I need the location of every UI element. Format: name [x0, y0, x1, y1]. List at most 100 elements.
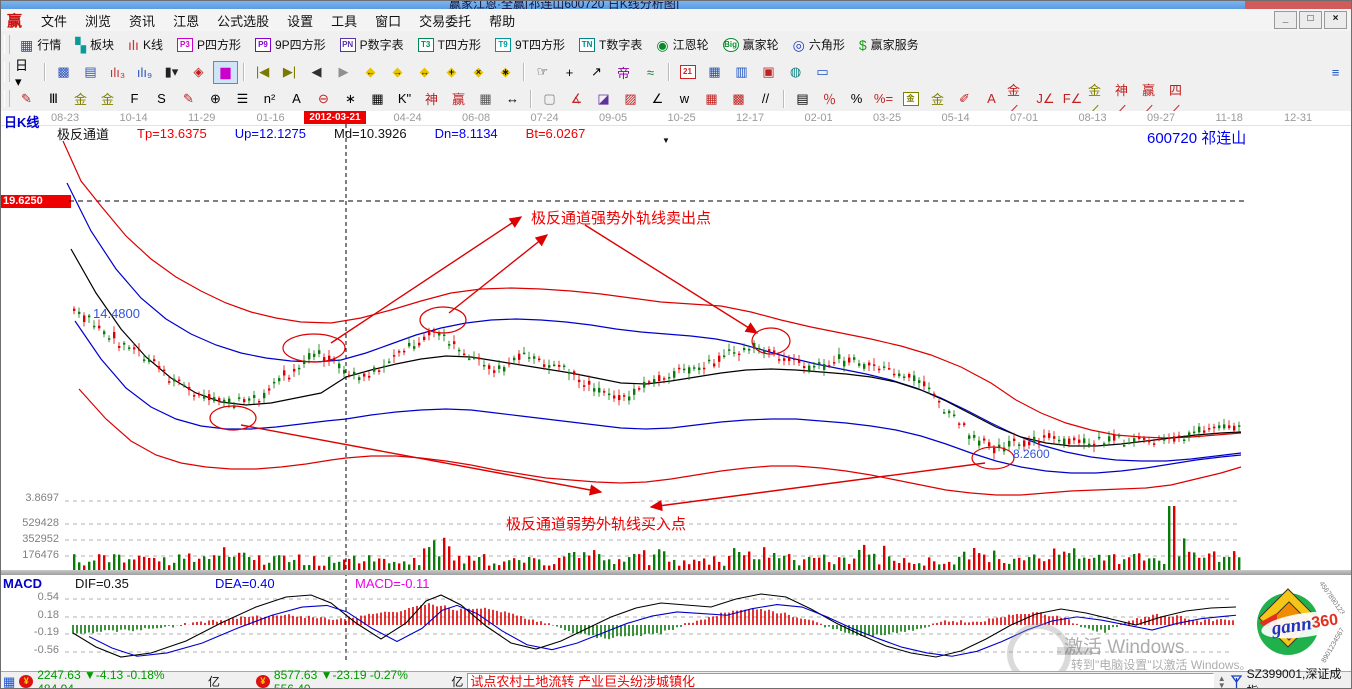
menu-item-4[interactable]: 公式选股 — [208, 9, 278, 32]
gold2-angle-icon[interactable]: 金∠ — [1087, 87, 1112, 110]
t-table-button[interactable]: TNT数字表 — [572, 33, 649, 56]
candle-style-dropdown[interactable]: ▮▾ — [159, 61, 184, 84]
percent-icon[interactable]: % — [844, 87, 869, 110]
grid-box-icon[interactable]: ▦ — [365, 87, 390, 110]
calculator-icon[interactable]: ▦ — [702, 61, 727, 84]
quotes-button[interactable]: ▦行情 — [13, 33, 68, 56]
t-square-button[interactable]: T3T四方形 — [411, 33, 488, 56]
flag-pen-icon[interactable]: ✐ — [952, 87, 977, 110]
last-bar-icon[interactable]: ▶| — [277, 61, 302, 84]
diamond-hmove-icon[interactable]: ◆↔ — [412, 61, 437, 84]
winner-service-button[interactable]: $赢家服务 — [852, 33, 926, 56]
angle-lines-icon[interactable]: ∠ — [645, 87, 670, 110]
hexagon-button[interactable]: ◎六角形 — [786, 33, 852, 56]
period-day-dropdown[interactable]: 日 ▾ — [14, 61, 39, 84]
shanghai-index-quote[interactable]: 2247.63 ▼-4.13 -0.18% 484.94 — [37, 668, 204, 689]
close-button[interactable]: × — [1324, 11, 1347, 29]
bars3-icon[interactable]: ılı₃ — [105, 61, 130, 84]
current-index-label[interactable]: SZ399001,深证成指 — [1247, 665, 1352, 689]
polyline-icon[interactable]: ↗ — [584, 61, 609, 84]
gann-circle-icon[interactable]: ⊕ — [203, 87, 228, 110]
shen-angle-icon[interactable]: 神∠ — [1114, 87, 1139, 110]
menu-item-1[interactable]: 浏览 — [76, 9, 120, 32]
f-angle-icon[interactable]: F∠ — [1060, 87, 1085, 110]
square-n2-icon[interactable]: n² — [257, 87, 282, 110]
diamond-full-icon[interactable]: ◆∗ — [493, 61, 518, 84]
shen-grid-icon[interactable]: 神 — [419, 87, 444, 110]
computer-icon[interactable]: ▭ — [810, 61, 835, 84]
kmark-icon[interactable]: K" — [392, 87, 417, 110]
percent-line-icon[interactable]: ％ — [817, 87, 842, 110]
wave-icon[interactable]: ≈ — [638, 61, 663, 84]
gold-angle-icon[interactable]: 金∠ — [1006, 87, 1031, 110]
gann-fan-icon[interactable]: ∡ — [564, 87, 589, 110]
p-table-button[interactable]: PNP数字表 — [333, 33, 411, 56]
red-stamp-icon[interactable]: ◈ — [186, 61, 211, 84]
news-ticker[interactable]: 试点农村土地流转 产业巨头纷涉城镇化 — [467, 673, 1213, 689]
report-icon[interactable]: ▤ — [78, 61, 103, 84]
diamond-expand-icon[interactable]: ◆+ — [439, 61, 464, 84]
percent-levels-icon[interactable]: %= — [871, 87, 896, 110]
j-angle-icon[interactable]: J∠ — [1033, 87, 1058, 110]
spinner-control[interactable]: ▲▼ — [1218, 675, 1226, 689]
titlebar-close-button[interactable] — [1245, 1, 1352, 9]
wave-a-icon[interactable]: A — [979, 87, 1004, 110]
time-lines-icon[interactable]: ☰ — [230, 87, 255, 110]
menu-item-8[interactable]: 交易委托 — [410, 9, 480, 32]
cycle-circle-icon[interactable]: ⊖ — [311, 87, 336, 110]
red-grid-icon[interactable]: ▦ — [699, 87, 724, 110]
p9-square-button[interactable]: P99P四方形 — [248, 33, 333, 56]
menu-item-7[interactable]: 窗口 — [366, 9, 410, 32]
menu-item-9[interactable]: 帮助 — [480, 9, 524, 32]
web-icon[interactable]: ∗ — [338, 87, 363, 110]
winner-wheel-button[interactable]: Big赢家轮 — [716, 33, 786, 56]
spiral-icon[interactable]: S — [149, 87, 174, 110]
network-icon[interactable]: ◍ — [783, 61, 808, 84]
golden-section-icon[interactable]: 金 — [68, 87, 93, 110]
dense-grid-icon[interactable]: ▦ — [473, 87, 498, 110]
minimize-button[interactable]: _ — [1274, 11, 1297, 29]
calendar-icon[interactable]: 21 — [675, 61, 700, 84]
crosshair-icon[interactable]: + — [557, 61, 582, 84]
menu-item-5[interactable]: 设置 — [278, 9, 322, 32]
parallel-icon[interactable]: // — [753, 87, 778, 110]
boxed-lines-icon[interactable]: ▨ — [618, 87, 643, 110]
ying-angle-icon[interactable]: 赢∠ — [1141, 87, 1166, 110]
t9-square-button[interactable]: T99T四方形 — [488, 33, 572, 56]
shenzhen-index-quote[interactable]: 8577.63 ▼-23.19 -0.27% 556.40 — [274, 668, 447, 689]
sectors-button[interactable]: ▚板块 — [68, 33, 121, 56]
pattern-icon[interactable]: ▩ — [51, 61, 76, 84]
restore-button[interactable]: □ — [1299, 11, 1322, 29]
macd-title[interactable]: MACD — [3, 576, 75, 591]
hexpand-icon[interactable]: ↔ — [500, 87, 525, 110]
prev-bar-icon[interactable]: ◀ — [304, 61, 329, 84]
si-angle-icon[interactable]: 四∠ — [1168, 87, 1193, 110]
gold-circle-icon[interactable]: 金 — [898, 87, 923, 110]
drag-hand-icon[interactable]: ☞ — [530, 61, 555, 84]
gann-wheel-button[interactable]: ◉江恩轮 — [649, 33, 715, 56]
red-pen-icon[interactable]: ✎ — [176, 87, 201, 110]
color-histogram-icon[interactable]: ▆ — [213, 61, 238, 84]
quote-grid-icon[interactable]: ▦ — [3, 675, 15, 689]
save-icon[interactable]: ▣ — [756, 61, 781, 84]
gold-lines-icon[interactable]: 金 — [925, 87, 950, 110]
boxed-fan-icon[interactable]: ◪ — [591, 87, 616, 110]
more-tools-icon[interactable]: ≡ — [1323, 61, 1348, 84]
pen-tool-icon[interactable]: ✎ — [14, 87, 39, 110]
menu-item-6[interactable]: 工具 — [322, 9, 366, 32]
pane-splitter[interactable] — [1, 570, 1352, 575]
bars9-icon[interactable]: ılı₉ — [132, 61, 157, 84]
indicator-name[interactable]: 极反通道 — [57, 124, 109, 143]
price-list-icon[interactable]: ▤ — [790, 87, 815, 110]
grid-arrow-icon[interactable]: ▩ — [726, 87, 751, 110]
box-select-icon[interactable]: ▢ — [537, 87, 562, 110]
diamond-compress-icon[interactable]: ◆× — [466, 61, 491, 84]
first-bar-icon[interactable]: |◀ — [250, 61, 275, 84]
gann-text-icon[interactable]: 帝 — [611, 61, 636, 84]
kline-button[interactable]: ılıK线 — [121, 33, 170, 56]
diamond-right-icon[interactable]: ◆→ — [385, 61, 410, 84]
ying-grid-icon[interactable]: 赢 — [446, 87, 471, 110]
p-square-button[interactable]: P3P四方形 — [170, 33, 248, 56]
golden-band-icon[interactable]: 金 — [95, 87, 120, 110]
apex-icon[interactable]: A — [284, 87, 309, 110]
